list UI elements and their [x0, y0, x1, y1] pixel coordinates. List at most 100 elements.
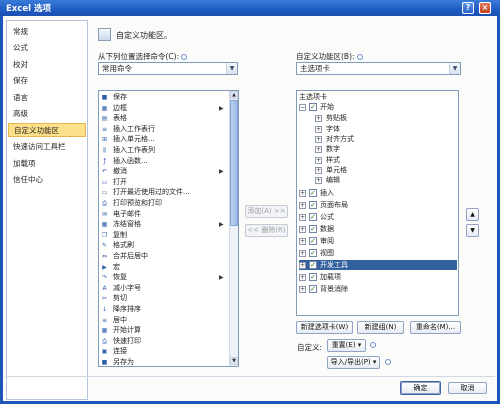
info-icon: [181, 54, 188, 60]
help-button[interactable]: ?: [462, 2, 474, 14]
checkbox-icon[interactable]: ✓: [309, 189, 317, 198]
macro-icon: ▶: [102, 263, 107, 271]
sidebar-item-customize-ribbon[interactable]: 自定义功能区: [8, 123, 86, 137]
expand-icon[interactable]: +: [315, 125, 322, 133]
tree-item[interactable]: + ✓ 加载项: [299, 272, 457, 282]
expand-icon[interactable]: +: [299, 249, 306, 257]
sidebar-item-proofing[interactable]: 校对: [8, 58, 86, 72]
tree-item[interactable]: + 单元格: [299, 165, 457, 175]
tree-item[interactable]: + ✓ 审阅: [299, 236, 457, 246]
expand-icon[interactable]: +: [299, 226, 306, 234]
freeze-panes-icon: ▦: [101, 221, 108, 229]
expand-icon[interactable]: +: [315, 115, 322, 123]
tree-item[interactable]: + 编辑: [299, 175, 457, 185]
border-icon: ▦: [101, 104, 108, 112]
expand-icon[interactable]: +: [299, 214, 306, 222]
checkbox-icon[interactable]: ✓: [309, 201, 317, 210]
tree-item[interactable]: − ✓ 开始: [299, 102, 457, 112]
cancel-button[interactable]: 取消: [448, 382, 487, 394]
submenu-arrow-icon: ▶: [219, 168, 224, 176]
tree-item[interactable]: + ✓ 公式: [299, 212, 457, 222]
arrow-up-icon: ▲: [470, 211, 475, 218]
import-export-button[interactable]: 导入/导出(P) ▾: [327, 356, 380, 369]
scroll-thumb[interactable]: [230, 100, 238, 226]
customize-ribbon-dropdown[interactable]: 主选项卡 ▼: [296, 62, 461, 75]
reset-button[interactable]: 重置(E) ▾: [327, 339, 366, 352]
tree-item[interactable]: + 剪贴板: [299, 113, 457, 123]
expand-icon[interactable]: +: [315, 135, 322, 143]
expand-icon[interactable]: +: [299, 238, 306, 245]
tree-item[interactable]: + 数字: [299, 144, 457, 154]
insert-cells-icon: ⊞: [101, 136, 108, 144]
commands-list[interactable]: ■ 保存 ▦ 边框 ▶ ▤ 表格 ≡ 插入工作表行 ⊞ 插入单元格... ⫼ 插入工作表列 ƒ…: [98, 90, 239, 367]
checkbox-icon[interactable]: ✓: [309, 248, 317, 257]
ok-button[interactable]: 确定: [401, 382, 440, 394]
customize-ribbon-icon: [98, 28, 111, 41]
rename-button[interactable]: 重命名(M)...: [410, 321, 461, 334]
expand-icon[interactable]: +: [299, 285, 306, 293]
tree-item[interactable]: + ✓ 页面布局: [299, 200, 457, 210]
checkbox-icon[interactable]: ✓: [309, 237, 317, 245]
arrow-down-icon: ▼: [470, 227, 475, 234]
expand-icon[interactable]: +: [315, 166, 322, 174]
sidebar-item-save[interactable]: 保存: [8, 74, 86, 88]
expand-icon[interactable]: +: [315, 156, 322, 164]
tree-item[interactable]: + 样式: [299, 155, 457, 165]
recent-files-icon: ▭: [101, 189, 108, 197]
expand-icon[interactable]: +: [299, 273, 306, 281]
new-tab-button[interactable]: 新建选项卡(W): [296, 321, 353, 334]
checkbox-icon[interactable]: ✓: [309, 272, 317, 281]
move-down-button[interactable]: ▼: [466, 224, 479, 237]
expand-icon[interactable]: +: [299, 261, 306, 269]
info-icon: [356, 54, 363, 60]
copy-icon: ❐: [101, 231, 108, 239]
footer-divider: [5, 376, 495, 377]
choose-commands-label: 从下列位置选择命令(C):: [98, 51, 188, 62]
choose-commands-dropdown[interactable]: 常用命令 ▼: [98, 62, 238, 75]
add-button[interactable]: 添加(A) >>: [245, 205, 288, 218]
checkbox-icon[interactable]: ✓: [309, 213, 317, 222]
expand-icon[interactable]: +: [299, 202, 306, 210]
tree-item[interactable]: + 字体: [299, 124, 457, 134]
sidebar-item-formulas[interactable]: 公式: [8, 41, 86, 55]
expand-icon[interactable]: +: [315, 177, 322, 185]
decrease-font-icon: A: [102, 284, 107, 292]
format-painter-icon: ✎: [101, 242, 108, 250]
remove-button[interactable]: << 删除(R): [245, 224, 288, 237]
checkbox-icon[interactable]: ✓: [309, 260, 317, 269]
scroll-down-icon[interactable]: ▼: [230, 357, 238, 365]
checkbox-icon[interactable]: ✓: [309, 284, 317, 293]
tree-item[interactable]: + ✓ 背景消除: [299, 284, 457, 294]
sidebar-item-add-ins[interactable]: 加载项: [8, 157, 86, 171]
checkbox-icon[interactable]: ✓: [309, 225, 317, 234]
connections-icon: ▣: [101, 348, 108, 356]
sidebar-item-quick-access-toolbar[interactable]: 快速访问工具栏: [8, 140, 86, 154]
tree-item[interactable]: + ✓ 插入: [299, 188, 457, 198]
ribbon-tree[interactable]: 主选项卡 − ✓ 开始 + 剪贴板 + 字体 + 对齐方式 + 数字 + 样式 + 单元格 + 编…: [296, 90, 459, 316]
info-icon: [385, 359, 391, 365]
expand-icon[interactable]: +: [315, 146, 322, 154]
commands-scrollbar[interactable]: ▲ ▼: [229, 91, 238, 366]
checkbox-icon[interactable]: ✓: [309, 103, 317, 111]
expand-icon[interactable]: +: [299, 190, 306, 198]
tree-item[interactable]: + 对齐方式: [299, 134, 457, 144]
scroll-up-icon[interactable]: ▲: [230, 91, 238, 99]
calculate-icon: ▦: [101, 327, 108, 335]
move-up-button[interactable]: ▲: [466, 208, 479, 221]
title-bar: Excel 选项 ? ×: [0, 0, 500, 16]
sidebar-item-trust-center[interactable]: 信任中心: [8, 173, 86, 187]
sidebar-item-advanced[interactable]: 高级: [8, 107, 86, 121]
sidebar-item-language[interactable]: 语言: [8, 91, 86, 105]
tree-item-selected[interactable]: + ✓ 开发工具: [299, 259, 457, 270]
chevron-down-icon: ▼: [449, 63, 460, 74]
tree-item[interactable]: + ✓ 视图: [299, 248, 457, 258]
new-group-button[interactable]: 新建组(N): [357, 321, 404, 334]
close-button[interactable]: ×: [479, 2, 491, 14]
merge-center-icon: ⇔: [101, 253, 108, 260]
cut-icon: ✂: [101, 295, 108, 303]
tree-item[interactable]: + ✓ 数据: [299, 224, 457, 234]
collapse-icon[interactable]: −: [299, 104, 306, 111]
window-title: Excel 选项: [6, 4, 51, 14]
sidebar-item-general[interactable]: 常规: [8, 25, 86, 39]
page-title: 自定义功能区。: [116, 31, 172, 40]
